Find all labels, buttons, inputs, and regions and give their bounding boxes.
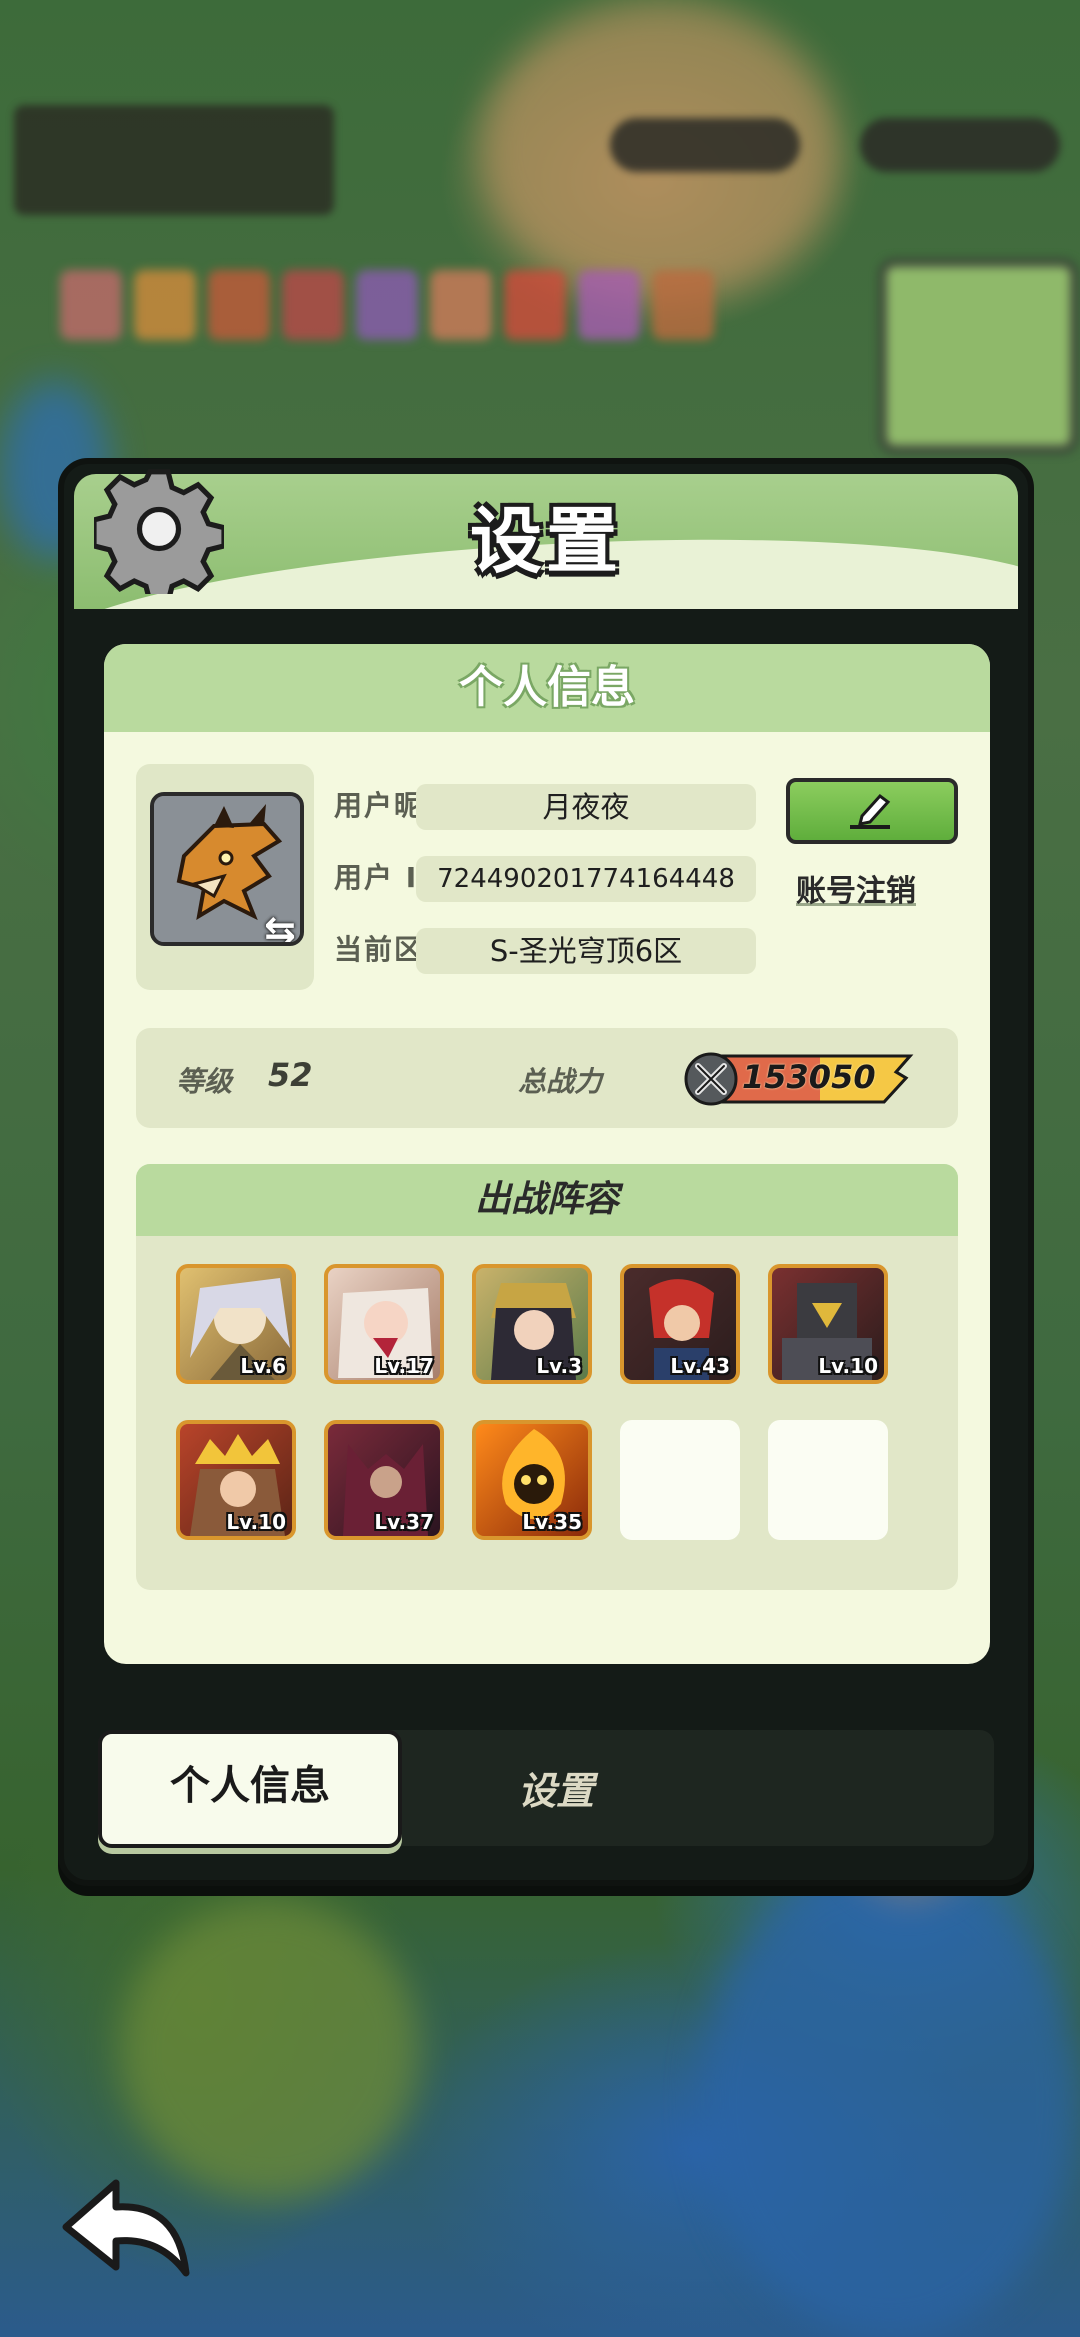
hero-level: Lv.37 bbox=[374, 1510, 434, 1534]
tab-settings[interactable]: 设置 bbox=[518, 1760, 594, 1815]
hero-level: Lv.35 bbox=[522, 1510, 582, 1534]
level-label: 等级 bbox=[176, 1065, 233, 1098]
swap-icon[interactable]: ⇆ bbox=[264, 908, 300, 942]
pencil-icon bbox=[850, 793, 891, 829]
hero-bar bbox=[60, 270, 780, 350]
hero-level: Lv.10 bbox=[226, 1510, 286, 1534]
hero-slot[interactable]: Lv.6 bbox=[176, 1264, 296, 1384]
empty-hero-slot[interactable] bbox=[620, 1420, 740, 1540]
gem-resource bbox=[610, 118, 800, 172]
nickname-field: 月夜夜 bbox=[416, 784, 756, 830]
hero-level: Lv.6 bbox=[240, 1354, 286, 1378]
lineup-title: 出战阵容 bbox=[136, 1164, 958, 1236]
cancel-account-link[interactable]: 账号注销 bbox=[796, 866, 916, 910]
server-field: S-圣光穹顶6区 bbox=[416, 928, 756, 974]
user-id-field: 724490201774164448 bbox=[416, 856, 756, 902]
power-value: 153050 bbox=[742, 1058, 876, 1096]
profile-card: 个人信息 ⇆ 用户昵称 月夜夜 用户 ID 724490201774164448… bbox=[104, 644, 990, 1664]
hero-level: Lv.17 bbox=[374, 1354, 434, 1378]
hero-slot[interactable]: Lv.43 bbox=[620, 1264, 740, 1384]
player-status-bar bbox=[14, 105, 334, 215]
stats-bar: 等级 52 总战力 153050 bbox=[136, 1028, 958, 1128]
crossed-swords-icon bbox=[684, 1052, 738, 1106]
avatar[interactable]: ⇆ bbox=[150, 792, 304, 946]
panel-title: 设置 bbox=[469, 499, 622, 583]
level-value: 52 bbox=[268, 1056, 313, 1094]
hero-slot[interactable]: Lv.10 bbox=[176, 1420, 296, 1540]
hero-slot[interactable]: Lv.37 bbox=[324, 1420, 444, 1540]
hero-slot[interactable]: Lv.17 bbox=[324, 1264, 444, 1384]
hero-slot[interactable]: Lv.35 bbox=[472, 1420, 592, 1540]
hero-level: Lv.10 bbox=[818, 1354, 878, 1378]
back-arrow-icon[interactable] bbox=[58, 2175, 193, 2285]
tab-bar: 个人信息 设置 bbox=[98, 1730, 994, 1848]
settings-panel: 设置 个人信息 ⇆ 用户昵称 月夜夜 用户 ID 724490201774164… bbox=[58, 458, 1034, 1886]
hero-level: Lv.43 bbox=[670, 1354, 730, 1378]
power-badge: 153050 bbox=[684, 1052, 914, 1106]
avatar-container: ⇆ bbox=[136, 764, 314, 990]
hero-slot[interactable]: Lv.10 bbox=[768, 1264, 888, 1384]
edit-nickname-button[interactable] bbox=[786, 778, 958, 844]
lineup-section: 出战阵容 Lv.6 Lv.17 Lv.3 Lv.43 Lv.10 Lv.10 L… bbox=[136, 1164, 958, 1590]
hero-slot[interactable]: Lv.3 bbox=[472, 1264, 592, 1384]
tab-profile[interactable]: 个人信息 bbox=[98, 1730, 402, 1848]
hero-level: Lv.3 bbox=[536, 1354, 582, 1378]
gold-resource bbox=[860, 118, 1060, 172]
empty-hero-slot[interactable] bbox=[768, 1420, 888, 1540]
power-label: 总战力 bbox=[518, 1065, 603, 1098]
minimap bbox=[880, 260, 1077, 452]
profile-section-title: 个人信息 bbox=[104, 644, 990, 732]
